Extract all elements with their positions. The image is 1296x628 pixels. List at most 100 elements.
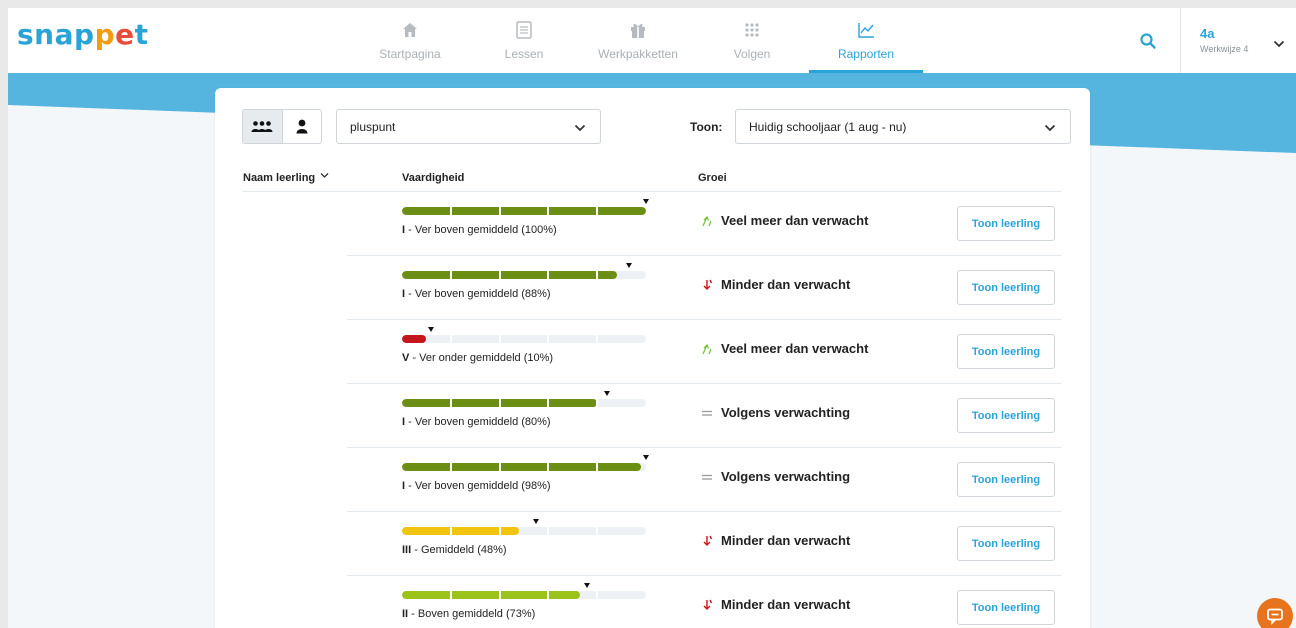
bar-segment-divider [547,527,549,535]
app-frame: snappet Startpagina Lessen Werkpakketten [8,8,1296,628]
bar-segment-divider [596,591,598,599]
show-student-button[interactable]: Toon leerling [957,206,1055,241]
logo-letter: t [134,18,149,51]
table-row: I - Ver boven gemiddeld (100%) Veel meer … [347,192,1062,256]
skill-bar-fill [402,463,641,471]
table-row: I - Ver boven gemiddeld (88%) Minder dan … [347,256,1062,320]
group-subtitle: Werkwijze 4 [1200,44,1249,54]
home-icon [400,20,420,40]
skill-column-header: Vaardigheid [402,172,465,184]
period-select[interactable]: Huidig schooljaar (1 aug - nu) [735,109,1071,144]
nav-werkpakketten[interactable]: Werkpakketten [581,8,695,73]
nav-label: Startpagina [379,47,441,61]
logo-letter: p [94,18,116,51]
trend-down-icon [700,534,714,548]
growth-status: Volgens verwachting [700,405,850,420]
group-selector[interactable]: 4a Werkwijze 4 [1200,26,1248,54]
growth-status: Minder dan verwacht [700,597,850,612]
group-view-button[interactable] [243,110,282,143]
skill-description: - Boven gemiddeld (73%) [408,608,536,620]
bar-segment-divider [450,271,452,279]
skill-bar-fill [402,527,519,535]
main-nav: Startpagina Lessen Werkpakketten Volgen [353,8,923,73]
skill-bar-fill [402,207,646,215]
subject-select[interactable]: pluspunt [336,109,601,144]
growth-status: Minder dan verwacht [700,533,850,548]
nav-lessen[interactable]: Lessen [467,8,581,73]
growth-label: Veel meer dan verwacht [721,341,869,356]
bar-segment-divider [450,591,452,599]
show-student-button[interactable]: Toon leerling [957,526,1055,561]
nav-label: Lessen [504,47,544,61]
view-toggle [242,109,322,144]
skill-bar [402,463,646,471]
growth-label: Volgens verwachting [721,469,851,484]
skill-bar [402,271,646,279]
bar-segment-divider [547,271,549,279]
show-student-button[interactable]: Toon leerling [957,270,1055,305]
growth-label: Minder dan verwacht [721,533,851,548]
show-student-button[interactable]: Toon leerling [957,590,1055,625]
bar-segment-divider [547,399,549,407]
show-student-button[interactable]: Toon leerling [957,398,1055,433]
show-student-button[interactable]: Toon leerling [957,334,1055,369]
bar-segment-divider [499,207,501,215]
trend-down-icon [700,598,714,612]
nav-volgen[interactable]: Volgen [695,8,809,73]
expected-marker [643,199,649,204]
sort-chevron-icon [320,173,329,178]
growth-label: Minder dan verwacht [721,277,851,292]
skill-bar-fill [402,271,617,279]
subject-value: pluspunt [350,119,396,134]
skill-bar [402,207,646,215]
nav-label: Rapporten [837,47,895,61]
bar-segment-divider [596,271,598,279]
skill-label: III - Gemiddeld (48%) [402,544,507,556]
bar-segment-divider [596,335,598,343]
skill-description: - Gemiddeld (48%) [411,544,507,556]
chevron-down-icon[interactable] [1273,34,1285,48]
chart-icon [856,20,876,40]
skill-description: - Ver boven gemiddeld (100%) [405,224,557,236]
growth-status: Veel meer dan verwacht [700,341,868,356]
bar-segment-divider [450,207,452,215]
document-icon [514,20,534,40]
growth-label: Veel meer dan verwacht [721,213,869,228]
group-icon [251,120,273,132]
snappet-logo[interactable]: snappet [17,18,149,51]
growth-column-header: Groei [698,172,727,184]
skill-label: II - Boven gemiddeld (73%) [402,608,535,620]
growth-label: Minder dan verwacht [721,597,851,612]
trend-equal-icon [700,470,714,484]
bar-segment-divider [450,463,452,471]
nav-startpagina[interactable]: Startpagina [353,8,467,73]
nav-label: Volgen [733,47,771,61]
bar-segment-divider [596,463,598,471]
trend-down-icon [700,278,714,292]
skill-label: I - Ver boven gemiddeld (80%) [402,416,551,428]
search-icon[interactable] [1139,32,1157,50]
expected-marker [643,455,649,460]
table-row: I - Ver boven gemiddeld (80%) Volgens ver… [347,384,1062,448]
student-view-button[interactable] [281,110,321,143]
header-divider [1180,8,1181,73]
period-label: Toon: [690,120,723,134]
group-name: 4a [1200,26,1215,41]
top-navigation-bar: snappet Startpagina Lessen Werkpakketten [8,8,1296,73]
skill-label: I - Ver boven gemiddeld (98%) [402,480,551,492]
name-header-label: Naam leerling [243,172,316,184]
nav-rapporten[interactable]: Rapporten [809,8,923,73]
name-column-header[interactable]: Naam leerling [243,172,329,184]
skill-bar-fill [402,591,580,599]
bar-segment-divider [547,207,549,215]
chevron-down-icon [574,122,586,132]
logo-letter: a [54,18,75,51]
expected-marker [428,327,434,332]
show-student-button[interactable]: Toon leerling [957,462,1055,497]
skill-description: - Ver onder gemiddeld (10%) [409,352,554,364]
skill-bar [402,399,646,407]
skill-bar [402,335,646,343]
chat-button[interactable] [1257,598,1293,628]
bar-segment-divider [547,463,549,471]
report-card: pluspunt Toon: Huidig schooljaar (1 aug … [215,88,1090,628]
